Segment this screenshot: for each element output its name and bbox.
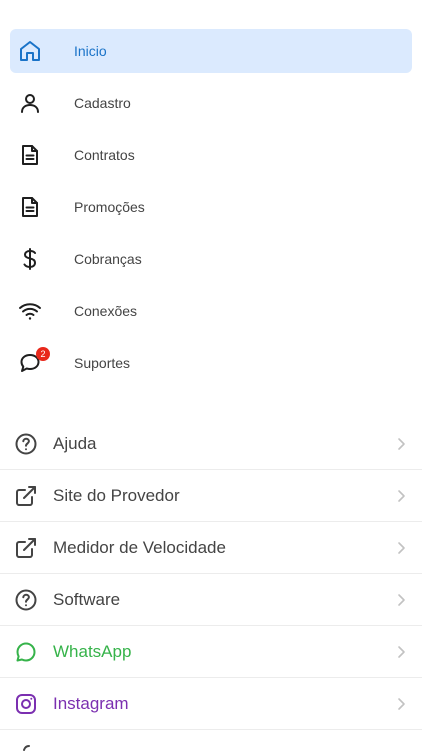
help-circle-icon [14,588,38,612]
link-label: Medidor de Velocidade [53,538,226,557]
menu-item-inicio[interactable]: Inicio [10,29,412,73]
menu-item-suportes[interactable]: 2 Suportes [10,341,412,385]
link-instagram[interactable]: Instagram [0,678,422,730]
link-label: Software [53,590,121,609]
chevron-right-icon [396,541,406,555]
external-link-icon [14,484,38,508]
menu-item-contratos[interactable]: Contratos [10,133,412,177]
external-link-icon [14,536,38,560]
chevron-right-icon [396,437,406,451]
document-icon [18,195,42,219]
wifi-icon [18,299,42,323]
link-label: Site do Provedor [53,486,180,505]
link-software[interactable]: Software [0,574,422,626]
link-ajuda[interactable]: Ajuda [0,418,422,470]
help-circle-icon [14,432,38,456]
menu-item-label: Conexões [74,303,138,319]
chevron-right-icon [396,697,406,711]
link-label: Instagram [53,694,129,713]
menu-item-label: Contratos [74,147,135,163]
link-whatsapp[interactable]: WhatsApp [0,626,422,678]
chevron-right-icon [396,489,406,503]
menu-item-label: Inicio [74,43,107,59]
menu-item-conexoes[interactable]: Conexões [10,289,412,333]
instagram-icon [14,692,38,716]
dollar-icon [18,247,42,271]
home-icon [18,39,42,63]
chevron-right-icon [396,645,406,659]
menu-item-cadastro[interactable]: Cadastro [10,81,412,125]
link-label: Ajuda [53,434,97,453]
notification-badge: 2 [36,347,50,361]
menu-item-label: Cadastro [74,95,131,111]
link-label: WhatsApp [53,642,132,661]
menu-item-promocoes[interactable]: Promoções [10,185,412,229]
document-icon [18,143,42,167]
link-medidor-de-velocidade[interactable]: Medidor de Velocidade [0,522,422,574]
menu-item-cobrancas[interactable]: Cobranças [10,237,412,281]
chevron-right-icon [396,593,406,607]
link-site-do-provedor[interactable]: Site do Provedor [0,470,422,522]
whatsapp-icon [14,640,38,664]
menu-item-label: Promoções [74,199,145,215]
partial-icon [16,744,36,752]
user-icon [18,91,42,115]
menu-item-label: Cobranças [74,251,142,267]
menu-item-label: Suportes [74,355,131,371]
